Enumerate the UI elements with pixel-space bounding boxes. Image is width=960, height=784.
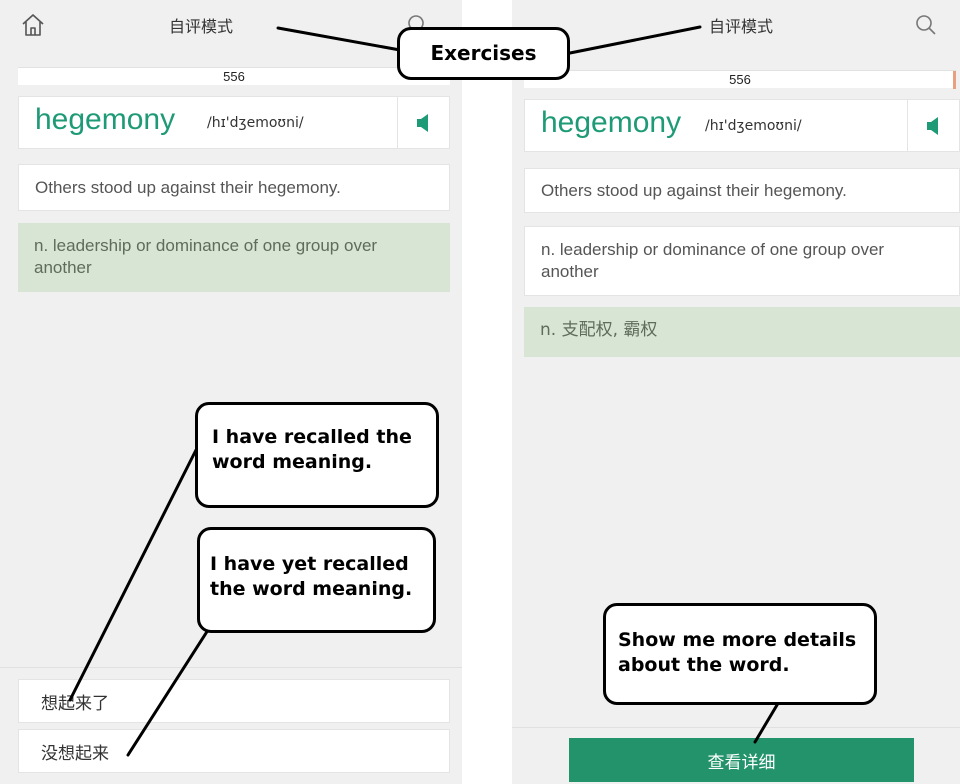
definition-card: n. leadership or dominance of one group … (18, 223, 450, 292)
pronounce-button[interactable] (397, 97, 449, 148)
top-bar: 自评模式 (0, 0, 462, 50)
pronounce-button[interactable] (907, 100, 959, 151)
remembered-button[interactable]: 想起来了 (18, 679, 450, 723)
recalled-callout: I have recalled the word meaning. (195, 402, 439, 508)
translation-card: n. 支配权, 霸权 (524, 307, 960, 357)
progress-counter: 556 (524, 70, 956, 89)
phonetic-text: /hɪ'dʒemoʊni/ (207, 115, 304, 131)
page-title: 自评模式 (168, 17, 233, 36)
exercises-callout: Exercises (397, 27, 570, 80)
progress-counter: 556 (18, 67, 450, 85)
top-bar: 自评模式 (512, 0, 960, 50)
definition-card: n. leadership or dominance of one group … (524, 226, 960, 296)
forgot-button[interactable]: 没想起来 (18, 729, 450, 773)
phonetic-text: /hɪ'dʒemoʊni/ (705, 118, 802, 134)
progress-text: 556 (729, 72, 751, 87)
speaker-icon (416, 113, 428, 132)
left-screen: 自评模式 556 hegemony /hɪ'dʒemoʊni/ Others s… (0, 0, 462, 784)
example-sentence: Others stood up against their hegemony. (18, 164, 450, 211)
progress-fill (953, 71, 956, 89)
home-icon[interactable] (20, 12, 46, 38)
word-card: hegemony /hɪ'dʒemoʊni/ (18, 96, 450, 149)
word-card: hegemony /hɪ'dʒemoʊni/ (524, 99, 960, 152)
answer-area: 想起来了 没想起来 (0, 667, 462, 784)
view-details-button[interactable]: 查看详细 (569, 738, 914, 782)
word-text: hegemony (35, 103, 176, 136)
page-title: 自评模式 (708, 17, 773, 36)
search-icon[interactable] (914, 13, 938, 37)
example-sentence: Others stood up against their hegemony. (524, 168, 960, 213)
word-text: hegemony (541, 106, 682, 139)
details-callout: Show me more details about the word. (603, 603, 877, 705)
not-recalled-callout: I have yet recalled the word meaning. (197, 527, 436, 633)
speaker-icon (926, 116, 938, 135)
